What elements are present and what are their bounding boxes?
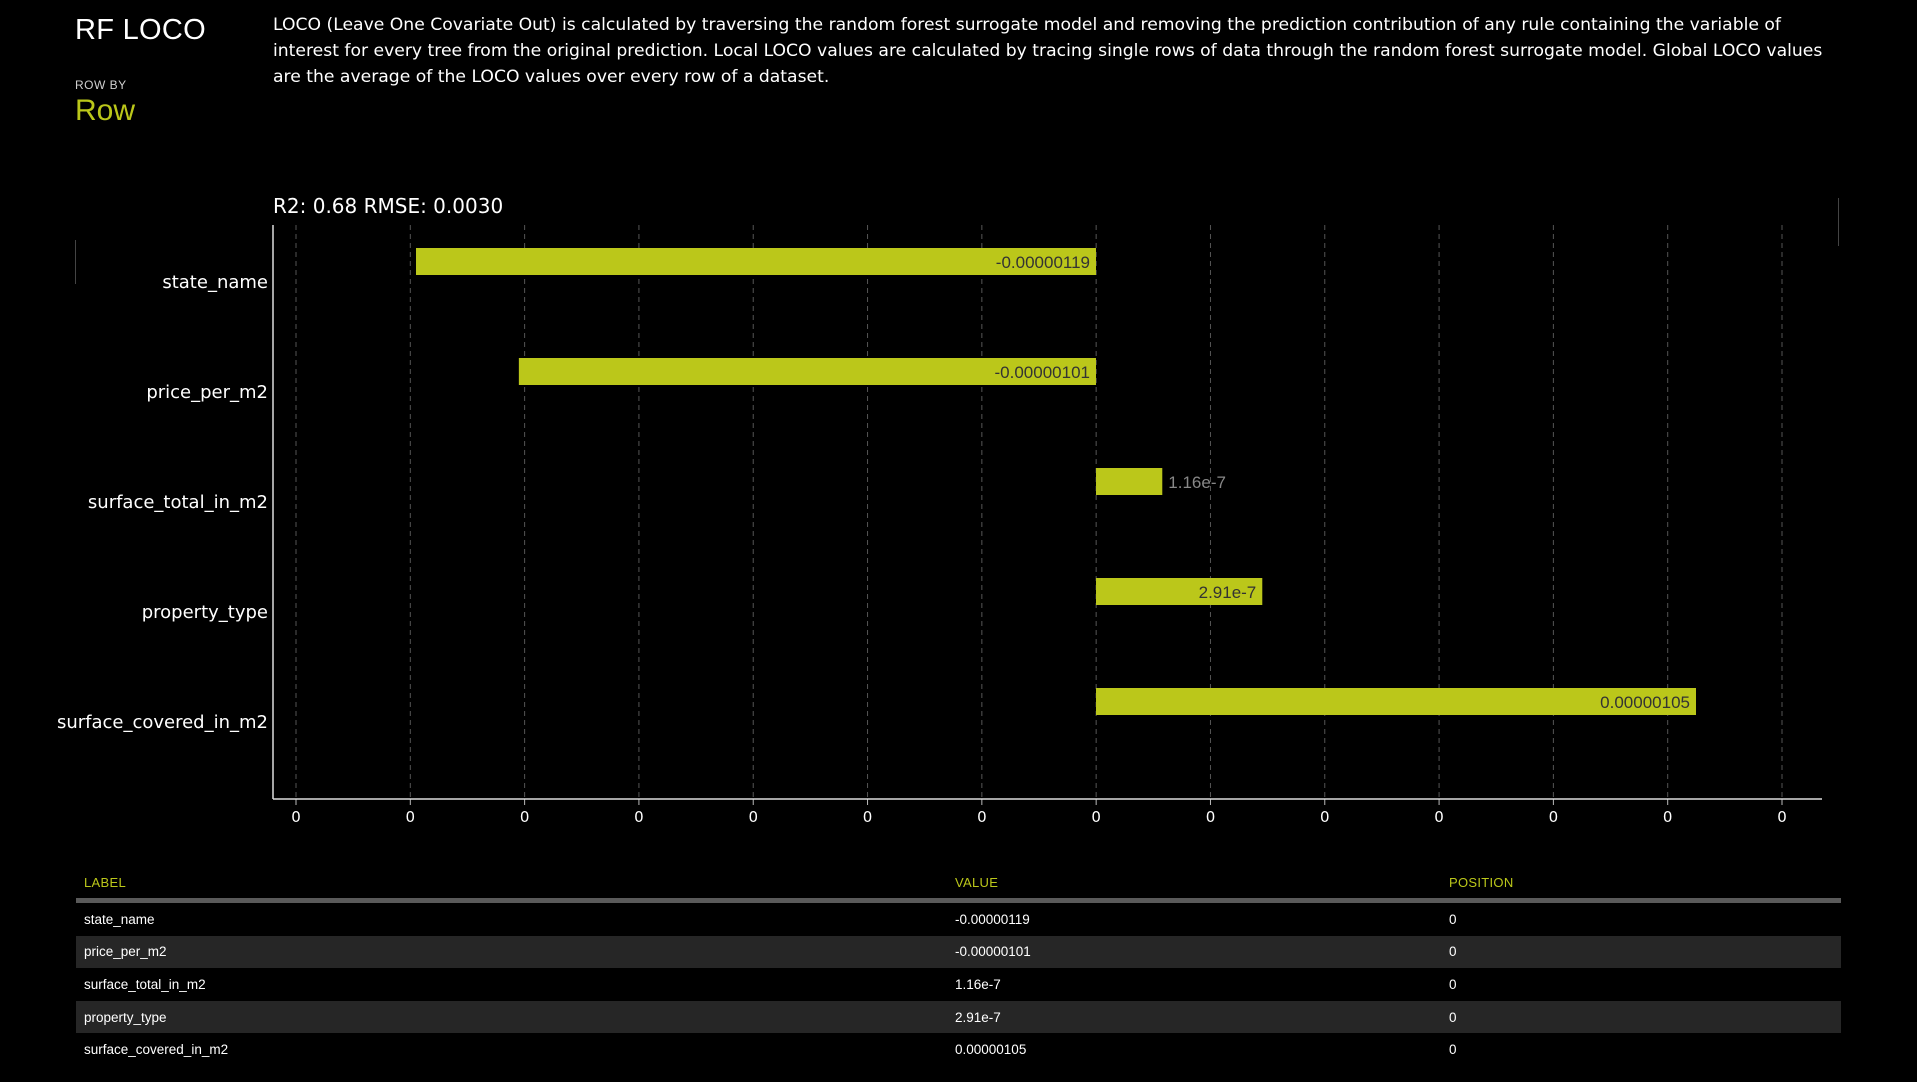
chart-svg: 0 0 0 0 0 0 0 0 0 0 0 0 0 0 state_name -0.00000119 price… [57, 225, 1822, 826]
x-tick-label: 0 [406, 808, 416, 826]
cell-value: 0.00000105 [955, 1042, 1027, 1058]
cell-label: surface_covered_in_m2 [84, 1042, 229, 1058]
header-position[interactable]: POSITION [1441, 875, 1841, 890]
category-label: state_name [162, 272, 268, 293]
loco-chart: R2: 0.68 RMSE: 0.0030 0 0 0 0 0 0 0 0 0 0 0 0 0 0 stat… [0, 0, 1917, 850]
cell-position: 0 [1449, 1042, 1457, 1058]
x-tick-label: 0 [291, 808, 301, 826]
cell-value: -0.00000119 [955, 911, 1030, 927]
category-label: price_per_m2 [146, 382, 268, 403]
cell-position: 0 [1449, 911, 1457, 927]
x-tick-label: 0 [520, 808, 530, 826]
x-tick-label: 0 [1434, 808, 1444, 826]
cell-label: state_name [84, 911, 155, 927]
value-label: 1.16e-7 [1168, 473, 1226, 492]
table-body: state_name -0.00000119 0 price_per_m2 -0… [76, 903, 1841, 1066]
edge-marker [1838, 198, 1839, 246]
x-tick-label: 0 [1777, 808, 1787, 826]
category-label: property_type [142, 602, 268, 623]
value-label: -0.00000101 [995, 363, 1090, 382]
cell-value: 2.91e-7 [955, 1009, 1001, 1025]
x-tick-label: 0 [748, 808, 758, 826]
value-label: 2.91e-7 [1199, 583, 1257, 602]
loco-table: LABEL VALUE POSITION state_name -0.00000… [76, 866, 1841, 1066]
table-row[interactable]: surface_total_in_m2 1.16e-7 0 [76, 968, 1841, 1001]
x-tick-label: 0 [1091, 808, 1101, 826]
table-row[interactable]: surface_covered_in_m2 0.00000105 0 [76, 1033, 1841, 1066]
cell-value: 1.16e-7 [955, 976, 1001, 992]
header-label[interactable]: LABEL [76, 875, 947, 890]
edge-marker [75, 240, 76, 284]
x-tick-label: 0 [634, 808, 644, 826]
cell-label: price_per_m2 [84, 944, 167, 960]
cell-label: property_type [84, 1009, 167, 1025]
category-label: surface_covered_in_m2 [57, 712, 268, 733]
table-header: LABEL VALUE POSITION [76, 866, 1841, 903]
x-tick-label: 0 [1320, 808, 1330, 826]
x-tick-label: 0 [1663, 808, 1673, 826]
table-row[interactable]: price_per_m2 -0.00000101 0 [76, 935, 1841, 969]
cell-position: 0 [1449, 1009, 1457, 1025]
table-row[interactable]: property_type 2.91e-7 0 [76, 1000, 1841, 1034]
value-label: 0.00000105 [1600, 693, 1690, 712]
bar-state_name [416, 248, 1096, 275]
category-label: surface_total_in_m2 [88, 492, 268, 513]
cell-label: surface_total_in_m2 [84, 976, 206, 992]
x-tick-label: 0 [1549, 808, 1559, 826]
table-row[interactable]: state_name -0.00000119 0 [76, 903, 1841, 936]
value-label: -0.00000119 [996, 253, 1090, 272]
x-tick-label: 0 [977, 808, 987, 826]
header-value[interactable]: VALUE [947, 875, 1441, 890]
bar-surface_total_in_m2 [1096, 468, 1163, 495]
cell-position: 0 [1449, 944, 1457, 960]
x-tick-label: 0 [863, 808, 873, 826]
x-tick-label: 0 [1206, 808, 1216, 826]
cell-position: 0 [1449, 976, 1457, 992]
cell-value: -0.00000101 [955, 944, 1031, 960]
